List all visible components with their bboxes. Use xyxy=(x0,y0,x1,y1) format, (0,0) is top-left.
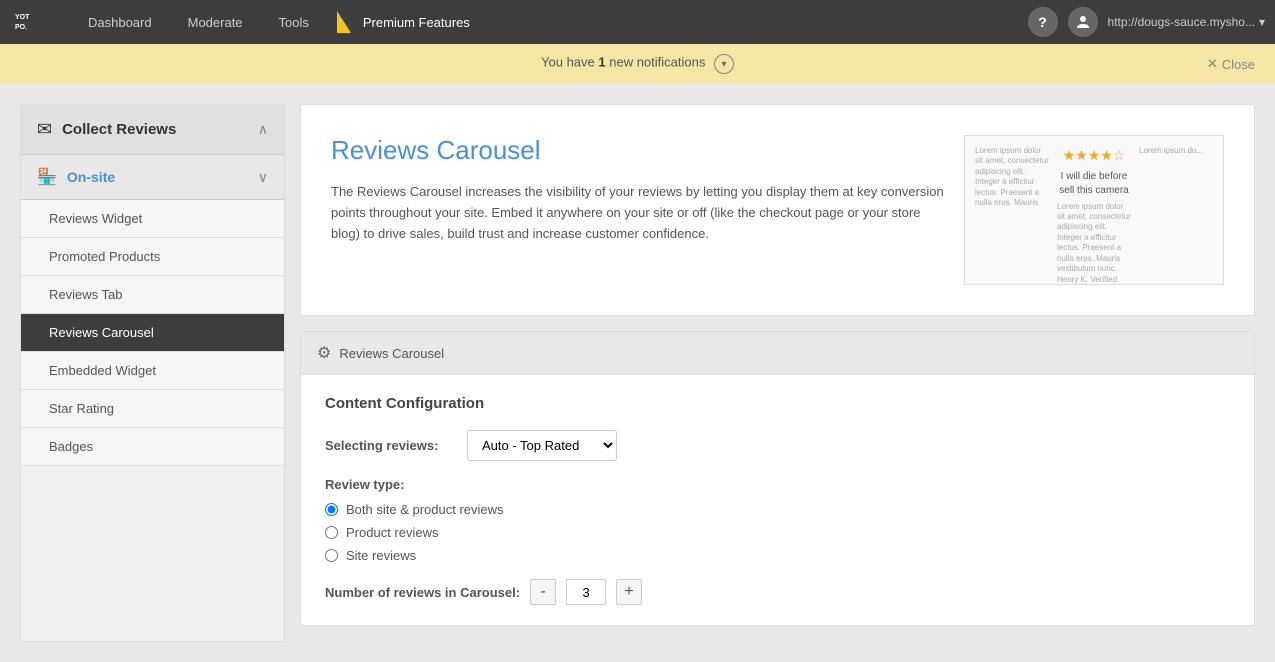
notification-close-button[interactable]: ✕ Close xyxy=(1207,56,1255,72)
sidebar-item-embedded-widget[interactable]: Embedded Widget xyxy=(21,352,284,390)
sidebar-item-reviews-widget[interactable]: Reviews Widget xyxy=(21,200,284,238)
sidebar-item-reviews-tab[interactable]: Reviews Tab xyxy=(21,276,284,314)
preview-col-right: Lorem ipsum do... xyxy=(1139,146,1213,156)
on-site-section[interactable]: 🏪 On-site ∨ xyxy=(21,155,284,200)
hero-preview: Lorem ipsum dolor sit amet, consectetur … xyxy=(964,135,1224,285)
close-label: Close xyxy=(1222,57,1255,72)
num-reviews-input[interactable] xyxy=(566,579,606,605)
num-reviews-row: Number of reviews in Carousel: - + xyxy=(325,579,1230,605)
store-url[interactable]: http://dougs-sauce.mysho... ▾ xyxy=(1108,15,1265,29)
nav-dashboard[interactable]: Dashboard xyxy=(70,0,170,44)
config-panel: ⚙ Reviews Carousel Content Configuration… xyxy=(300,331,1255,626)
hero-card: Reviews Carousel The Reviews Carousel in… xyxy=(300,104,1255,316)
sidebar-item-promoted-products[interactable]: Promoted Products xyxy=(21,238,284,276)
content-area: Reviews Carousel The Reviews Carousel in… xyxy=(300,104,1255,642)
premium-badge-icon xyxy=(337,11,351,33)
preview-text-right: Lorem ipsum do... xyxy=(1139,146,1213,156)
nav-tools[interactable]: Tools xyxy=(261,0,327,44)
hero-description: The Reviews Carousel increases the visib… xyxy=(331,182,944,244)
nav-moderate[interactable]: Moderate xyxy=(170,0,261,44)
preview-author: Henry K. Verified Buyer xyxy=(1057,274,1131,284)
radio-both: Both site & product reviews xyxy=(325,502,1230,517)
store-icon: 🏪 xyxy=(37,167,57,187)
svg-text:PO.: PO. xyxy=(15,24,27,31)
preview-text-center: Lorem ipsum dolor sit amet, consectetur … xyxy=(1057,202,1131,275)
radio-product: Product reviews xyxy=(325,525,1230,540)
help-button[interactable]: ? xyxy=(1028,7,1058,37)
config-section-title: Content Configuration xyxy=(325,395,1230,412)
config-body: Content Configuration Selecting reviews:… xyxy=(301,375,1254,625)
wrench-icon: ⚙ xyxy=(317,343,331,363)
selecting-reviews-row: Selecting reviews: Auto - Top Rated Manu… xyxy=(325,430,1230,461)
nav-right: ? http://dougs-sauce.mysho... ▾ xyxy=(1028,7,1265,37)
notification-suffix: new notifications xyxy=(609,55,705,70)
sidebar-item-star-rating[interactable]: Star Rating xyxy=(21,390,284,428)
selecting-reviews-select[interactable]: Auto - Top Rated Manual Most Recent xyxy=(467,430,617,461)
preview-col-left: Lorem ipsum dolor sit amet, consectetur … xyxy=(975,146,1049,208)
nav-items: Dashboard Moderate Tools Premium Feature… xyxy=(70,0,1028,44)
hero-text: Reviews Carousel The Reviews Carousel in… xyxy=(331,135,944,285)
review-type-section: Review type: Both site & product reviews… xyxy=(325,477,1230,563)
notification-text: You have 1 new notifications ▾ xyxy=(541,54,734,74)
top-nav: YOT PO. Dashboard Moderate Tools Premium… xyxy=(0,0,1275,44)
radio-both-input[interactable] xyxy=(325,503,338,516)
preview-col-center: ★★★★☆ I will die before sell this camera… xyxy=(1057,146,1131,284)
logo: YOT PO. xyxy=(10,4,60,40)
preview-text-left: Lorem ipsum dolor sit amet, consectetur … xyxy=(975,146,1049,208)
notification-expand-button[interactable]: ▾ xyxy=(714,54,734,74)
sidebar-item-reviews-carousel[interactable]: Reviews Carousel xyxy=(21,314,284,352)
close-x-icon: ✕ xyxy=(1207,56,1218,72)
main-layout: ✉ Collect Reviews ∧ 🏪 On-site ∨ Reviews … xyxy=(0,84,1275,662)
radio-product-input[interactable] xyxy=(325,526,338,539)
config-header: ⚙ Reviews Carousel xyxy=(301,332,1254,375)
hero-title: Reviews Carousel xyxy=(331,135,944,166)
on-site-label: On-site xyxy=(67,169,248,185)
num-reviews-increase-button[interactable]: + xyxy=(616,579,642,605)
on-site-arrow-icon: ∨ xyxy=(258,169,268,186)
nav-premium[interactable]: Premium Features xyxy=(327,0,488,44)
radio-site-input[interactable] xyxy=(325,549,338,562)
num-reviews-decrease-button[interactable]: - xyxy=(530,579,556,605)
collect-reviews-section[interactable]: ✉ Collect Reviews ∧ xyxy=(21,105,284,155)
config-header-title: Reviews Carousel xyxy=(339,346,444,361)
selecting-reviews-label: Selecting reviews: xyxy=(325,438,455,453)
sidebar-item-badges[interactable]: Badges xyxy=(21,428,284,466)
radio-site: Site reviews xyxy=(325,548,1230,563)
review-type-label: Review type: xyxy=(325,477,1230,492)
sidebar: ✉ Collect Reviews ∧ 🏪 On-site ∨ Reviews … xyxy=(20,104,285,642)
notification-count: 1 xyxy=(598,55,605,70)
notification-bar: You have 1 new notifications ▾ ✕ Close xyxy=(0,44,1275,84)
user-button[interactable] xyxy=(1068,7,1098,37)
num-reviews-label: Number of reviews in Carousel: xyxy=(325,585,520,600)
collect-reviews-label: Collect Reviews xyxy=(62,121,248,138)
preview-review-title: I will die before sell this camera xyxy=(1057,170,1131,198)
envelope-icon: ✉ xyxy=(37,119,52,140)
preview-stars: ★★★★☆ xyxy=(1057,146,1131,166)
svg-text:YOT: YOT xyxy=(15,14,30,21)
collect-reviews-arrow-icon: ∧ xyxy=(258,121,268,138)
radio-site-label: Site reviews xyxy=(346,548,416,563)
dropdown-icon: ▾ xyxy=(1259,15,1265,29)
nav-premium-label: Premium Features xyxy=(363,15,470,30)
radio-product-label: Product reviews xyxy=(346,525,438,540)
radio-both-label: Both site & product reviews xyxy=(346,502,504,517)
